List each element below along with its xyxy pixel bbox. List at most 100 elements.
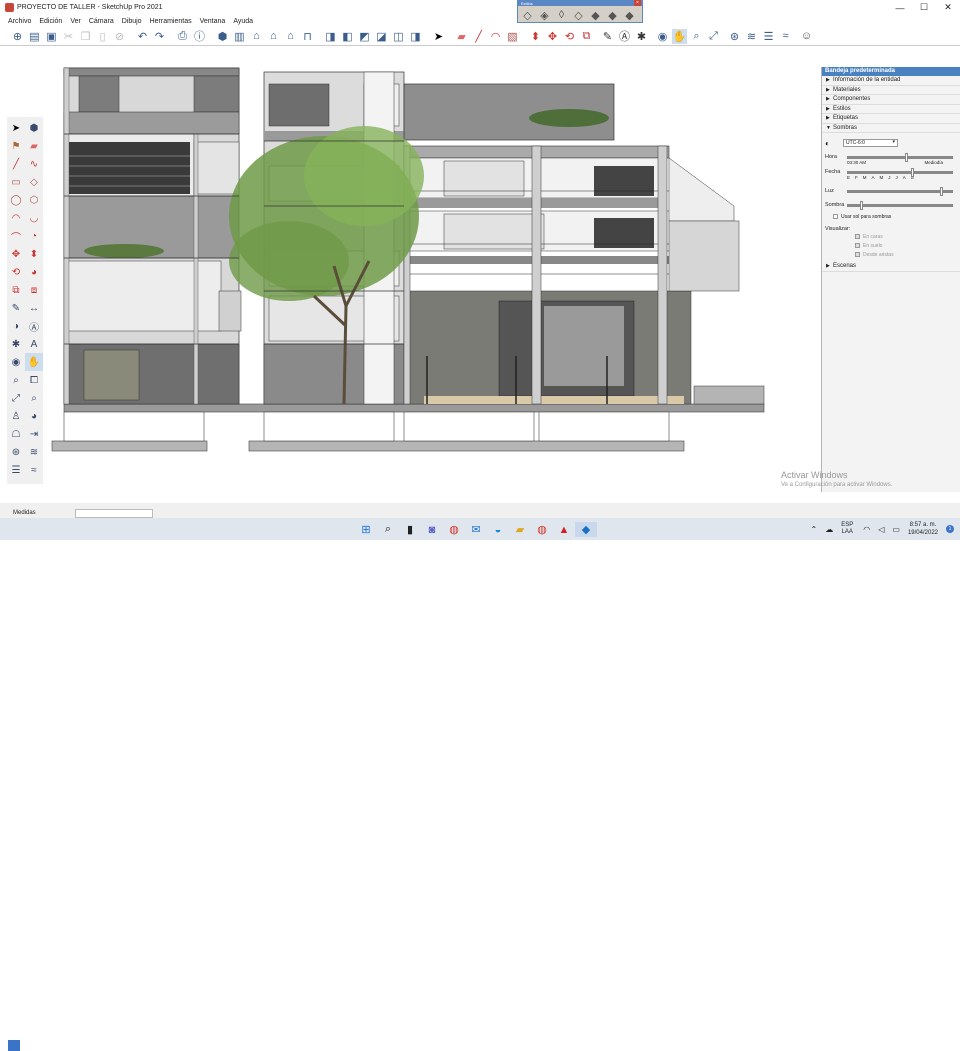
battery-icon[interactable]: ▭	[892, 525, 900, 534]
maximize-button[interactable]: ☐	[912, 0, 936, 15]
erase-icon[interactable]: ⊘	[112, 29, 127, 44]
tape-icon[interactable]: ✎	[600, 29, 615, 44]
views-back-icon[interactable]: ◫	[391, 29, 406, 44]
sandbox-icon[interactable]: ≈	[778, 29, 793, 44]
rotate-icon[interactable]: ⟲	[562, 29, 577, 44]
tape-icon[interactable]: ✎	[7, 299, 25, 317]
layer-icon[interactable]: ☰	[7, 461, 25, 479]
rotated-rect-icon[interactable]: ◇	[25, 173, 43, 191]
time-slider[interactable]	[847, 152, 953, 162]
tray-section-scenes[interactable]: ▶ Escenas	[822, 262, 960, 272]
tray-section-materials[interactable]: ▶ Materiales	[822, 86, 960, 95]
sketchup-icon[interactable]: ◆	[575, 522, 597, 537]
3d-text-icon[interactable]: A	[25, 335, 43, 353]
push-pull-icon[interactable]: ⬍	[528, 29, 543, 44]
walk-icon[interactable]: ☖	[7, 425, 25, 443]
menu-camara[interactable]: Cámara	[89, 18, 114, 25]
pan-icon[interactable]: ✋	[672, 28, 687, 44]
polygon-icon[interactable]: ⬡	[25, 191, 43, 209]
new-icon[interactable]: ⊕	[10, 29, 25, 44]
arc3-icon[interactable]: ⌒	[7, 227, 25, 245]
clock[interactable]: 8:57 a. m. 19/04/2022	[908, 521, 938, 537]
axes-icon[interactable]: ✱	[7, 335, 25, 353]
scale-icon[interactable]: ⧉	[579, 29, 594, 44]
tray-section-components[interactable]: ▶ Componentes	[822, 95, 960, 105]
pan-icon[interactable]: ✋	[25, 353, 43, 371]
zoom-window-icon[interactable]: ⧠	[25, 371, 43, 389]
menu-edicion[interactable]: Edición	[39, 18, 62, 25]
menu-herramientas[interactable]: Herramientas	[150, 18, 192, 25]
eraser-icon[interactable]: ▰	[25, 137, 43, 155]
paste-icon[interactable]: ▯	[95, 29, 110, 44]
text-icon[interactable]: Ⓐ	[617, 29, 632, 44]
zoom-extents-icon[interactable]: ⤢	[7, 389, 25, 407]
paint-icon[interactable]: ▧	[505, 29, 520, 44]
drawing-canvas[interactable]	[44, 46, 820, 502]
notification-badge[interactable]: 1	[946, 525, 954, 533]
model-info-icon[interactable]: ⓘ	[192, 29, 207, 44]
minimize-button[interactable]: —	[888, 0, 912, 15]
widgets-icon[interactable]	[8, 1040, 20, 1051]
menu-ventana[interactable]: Ventana	[200, 18, 226, 25]
select-icon[interactable]: ➤	[7, 119, 25, 137]
views-top-icon[interactable]: ◧	[340, 29, 355, 44]
chevron-up-icon[interactable]: ⌃	[811, 525, 818, 534]
paint-bucket-icon[interactable]: ⚑	[7, 137, 25, 155]
zoom-icon[interactable]: ⌕	[689, 29, 704, 44]
measurements-input[interactable]	[75, 509, 153, 518]
copy-icon[interactable]: ❐	[78, 29, 93, 44]
component-icon[interactable]: ⬢	[215, 29, 230, 44]
save-icon[interactable]: ▣	[44, 29, 59, 44]
position-camera-icon[interactable]: ♙	[7, 407, 25, 425]
menu-dibujo[interactable]: Dibujo	[122, 18, 142, 25]
store-icon[interactable]: ⊓	[300, 29, 315, 44]
protractor-icon[interactable]: ◑	[7, 317, 25, 335]
shadow-toggle-icon[interactable]: ◐	[825, 139, 843, 148]
use-sun-checkbox[interactable]: Usar sol para sombras	[833, 212, 957, 221]
language-indicator[interactable]: ESP LAA	[841, 522, 853, 536]
folder-icon[interactable]: ▰	[509, 522, 531, 537]
pie-icon[interactable]: ◔	[25, 227, 43, 245]
extension-icon[interactable]: ≋	[25, 443, 43, 461]
house2-icon[interactable]: ⌂	[283, 29, 298, 44]
teams-icon[interactable]: ◙	[421, 522, 443, 537]
tray-section-shadows[interactable]: ▼ Sombras	[822, 124, 960, 133]
menu-archivo[interactable]: Archivo	[8, 18, 31, 25]
extension-icon[interactable]: ≋	[744, 29, 759, 44]
open-icon[interactable]: ▤	[27, 29, 42, 44]
timezone-select[interactable]: UTC-6:0	[843, 139, 898, 147]
close-icon[interactable]: ×	[634, 0, 641, 6]
zoom-extents-icon[interactable]: ⤢	[706, 29, 721, 44]
tray-section-styles[interactable]: ▶ Estilos	[822, 105, 960, 114]
text-icon[interactable]: Ⓐ	[25, 317, 43, 335]
eraser-icon[interactable]: ▰	[454, 29, 469, 44]
arc-icon[interactable]: ◠	[7, 209, 25, 227]
mail-icon[interactable]: ✉	[465, 522, 487, 537]
redo-icon[interactable]: ↷	[152, 29, 167, 44]
views-right-icon[interactable]: ◪	[374, 29, 389, 44]
axes-icon[interactable]: ✱	[634, 29, 649, 44]
tray-section-tags[interactable]: ▶ Etiquetas	[822, 114, 960, 124]
views-iso-icon[interactable]: ◨	[323, 29, 338, 44]
edge-icon[interactable]: ◒	[487, 522, 509, 537]
onedrive-icon[interactable]: ☁	[825, 525, 833, 534]
acrobat-icon[interactable]: ▲	[553, 522, 575, 537]
arc2-icon[interactable]: ◡	[25, 209, 43, 227]
on-faces-checkbox[interactable]: En caras	[855, 232, 957, 241]
from-edges-checkbox[interactable]: Desde aristas	[855, 250, 957, 259]
group-icon[interactable]: ▥	[232, 29, 247, 44]
cut-icon[interactable]: ✂	[61, 29, 76, 44]
sandbox-icon[interactable]: ≈	[25, 461, 43, 479]
push-pull-icon[interactable]: ⬍	[25, 245, 43, 263]
rotate-icon[interactable]: ⟲	[7, 263, 25, 281]
warehouse-icon[interactable]: ⊛	[7, 443, 25, 461]
chrome2-icon[interactable]: ◍	[531, 522, 553, 537]
zoom-icon[interactable]: ⌕	[7, 371, 25, 389]
shadow-slider[interactable]	[847, 200, 953, 210]
menu-ver[interactable]: Ver	[70, 18, 81, 25]
follow-me-icon[interactable]: ◕	[25, 263, 43, 281]
component-icon[interactable]: ⬢	[25, 119, 43, 137]
house-icon[interactable]: ⌂	[266, 29, 281, 44]
scale-icon[interactable]: ⧉	[7, 281, 25, 299]
dimension-icon[interactable]: ↔	[25, 299, 43, 317]
